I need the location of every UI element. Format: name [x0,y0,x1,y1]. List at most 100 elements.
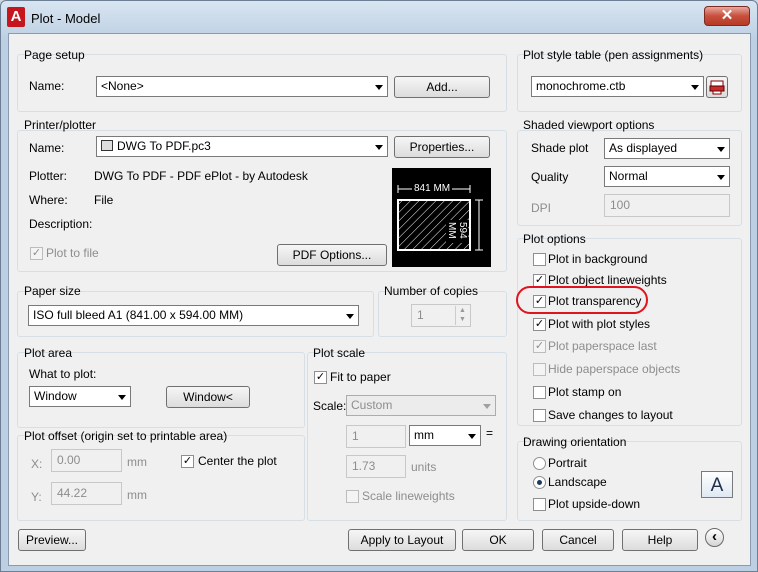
scale-unit-select[interactable]: mm [409,425,481,446]
page-setup-name-label: Name: [29,79,65,93]
scale-select[interactable]: Custom [346,395,496,416]
paper-size-select[interactable]: ISO full bleed A1 (841.00 x 594.00 MM) [28,305,359,326]
scale-label: Scale: [313,399,347,413]
ok-button[interactable]: OK [462,529,534,551]
printer-properties-button[interactable]: Properties... [394,136,490,158]
fit-to-paper-checkbox[interactable]: ✓ [314,371,327,384]
plot-options-title: Plot options [523,232,586,246]
plot-object-lineweights-label: Plot object lineweights [548,273,667,287]
quality-select[interactable]: Normal [604,166,730,187]
plot-offset-group [17,435,305,521]
center-plot-label: Center the plot [198,454,277,468]
paper-size-value: ISO full bleed A1 (841.00 x 594.00 MM) [33,308,244,322]
cancel-button[interactable]: Cancel [542,529,614,551]
printer-plotter-title: Printer/plotter [24,118,97,132]
center-plot-checkbox[interactable]: ✓ [181,455,194,468]
quality-value: Normal [609,169,648,183]
what-to-plot-label: What to plot: [29,367,97,381]
printer-name-select[interactable]: DWG To PDF.pc3 [96,136,388,157]
chevron-down-icon [717,147,725,152]
close-button[interactable]: ✕ [704,6,750,26]
scale-units-label: units [411,460,437,474]
scale-equals-sign: = [486,426,494,440]
dpi-input[interactable]: 100 [604,194,730,217]
offset-x-label: X: [31,457,43,471]
shade-plot-label: Shade plot [531,141,589,155]
title-bar[interactable]: A Plot - Model ✕ [1,1,757,35]
dpi-label: DPI [531,201,552,215]
orientation-title: Drawing orientation [523,435,627,449]
upside-down-checkbox[interactable] [533,498,546,511]
printer-name-label: Name: [29,141,65,155]
quality-label: Quality [531,170,569,184]
plot-in-background-label: Plot in background [548,252,648,266]
plot-scale-title: Plot scale [313,346,366,360]
autocad-app-icon: A [7,7,25,27]
what-to-plot-select[interactable]: Window [29,386,131,407]
shade-plot-value: As displayed [609,141,678,155]
scale-lineweights-checkbox[interactable] [346,490,359,503]
preview-button[interactable]: Preview... [18,529,86,551]
page-setup-name-value: <None> [101,79,144,93]
description-label: Description: [29,217,93,231]
edit-plot-style-button[interactable] [706,76,728,98]
shade-plot-select[interactable]: As displayed [604,138,730,159]
plot-dialog: A Plot - Model ✕ Page setup Name: <None>… [0,0,758,572]
portrait-radio[interactable] [533,457,546,470]
page-setup-add-button[interactable]: Add... [394,76,490,98]
orientation-preview-icon: A [701,471,733,498]
plot-area-title: Plot area [24,346,73,360]
scale-numerator-input[interactable]: 1 [346,425,406,448]
paper-preview: 841 MM 594 MM [392,168,491,267]
window-pick-button[interactable]: Window< [166,386,250,408]
chevron-down-icon [346,314,354,319]
scale-units-input[interactable]: 1.73 [346,455,406,478]
plot-stamp-label: Plot stamp on [548,385,622,399]
save-changes-checkbox[interactable] [533,409,546,422]
hide-paperspace-checkbox[interactable] [533,363,546,376]
offset-x-input[interactable]: 0.00 [51,449,122,472]
plot-style-select[interactable]: monochrome.ctb [531,76,704,97]
chevron-down-icon [483,404,491,409]
plot-style-title: Plot style table (pen assignments) [523,48,704,62]
preview-width-label: 841 MM [412,183,453,194]
plot-offset-title: Plot offset (origin set to printable are… [24,429,228,443]
what-to-plot-value: Window [34,389,77,403]
window-title: Plot - Model [31,11,101,26]
plot-to-file-checkbox[interactable]: ✓ [30,247,43,260]
plot-in-background-checkbox[interactable] [533,253,546,266]
offset-y-unit: mm [127,488,147,502]
plot-transparency-highlight [516,286,648,314]
plot-style-value: monochrome.ctb [536,79,626,93]
plot-stamp-checkbox[interactable] [533,386,546,399]
scale-value: Custom [351,398,393,412]
plot-to-file-label: Plot to file [46,246,99,260]
offset-y-input[interactable]: 44.22 [51,482,122,505]
plot-with-styles-checkbox[interactable]: ✓ [533,318,546,331]
chevron-down-icon [691,85,699,90]
page-setup-name-select[interactable]: <None> [96,76,388,97]
plotter-value: DWG To PDF - PDF ePlot - by Autodesk [94,169,308,183]
help-button[interactable]: Help [622,529,698,551]
upside-down-label: Plot upside-down [548,497,641,511]
chevron-down-icon [118,395,126,400]
apply-to-layout-button[interactable]: Apply to Layout [348,529,456,551]
page-setup-title: Page setup [24,48,85,62]
pdf-options-button[interactable]: PDF Options... [277,244,387,266]
collapse-options-button[interactable]: ‹ [705,528,724,547]
printer-name-value: DWG To PDF.pc3 [117,139,211,153]
chevron-down-icon [717,175,725,180]
copies-title: Number of copies [384,284,479,298]
chevron-down-icon [468,434,476,439]
plotter-label: Plotter: [29,169,68,183]
landscape-radio[interactable] [533,476,546,489]
landscape-label: Landscape [548,475,607,489]
save-changes-label: Save changes to layout [548,408,673,422]
plot-paperspace-last-checkbox[interactable]: ✓ [533,340,546,353]
radio-selected-dot [537,480,542,485]
copies-spinner[interactable]: ▲ ▼ [455,306,469,325]
chevron-down-icon [375,85,383,90]
portrait-label: Portrait [548,456,587,470]
where-value: File [94,193,114,207]
shaded-viewport-title: Shaded viewport options [523,118,655,132]
